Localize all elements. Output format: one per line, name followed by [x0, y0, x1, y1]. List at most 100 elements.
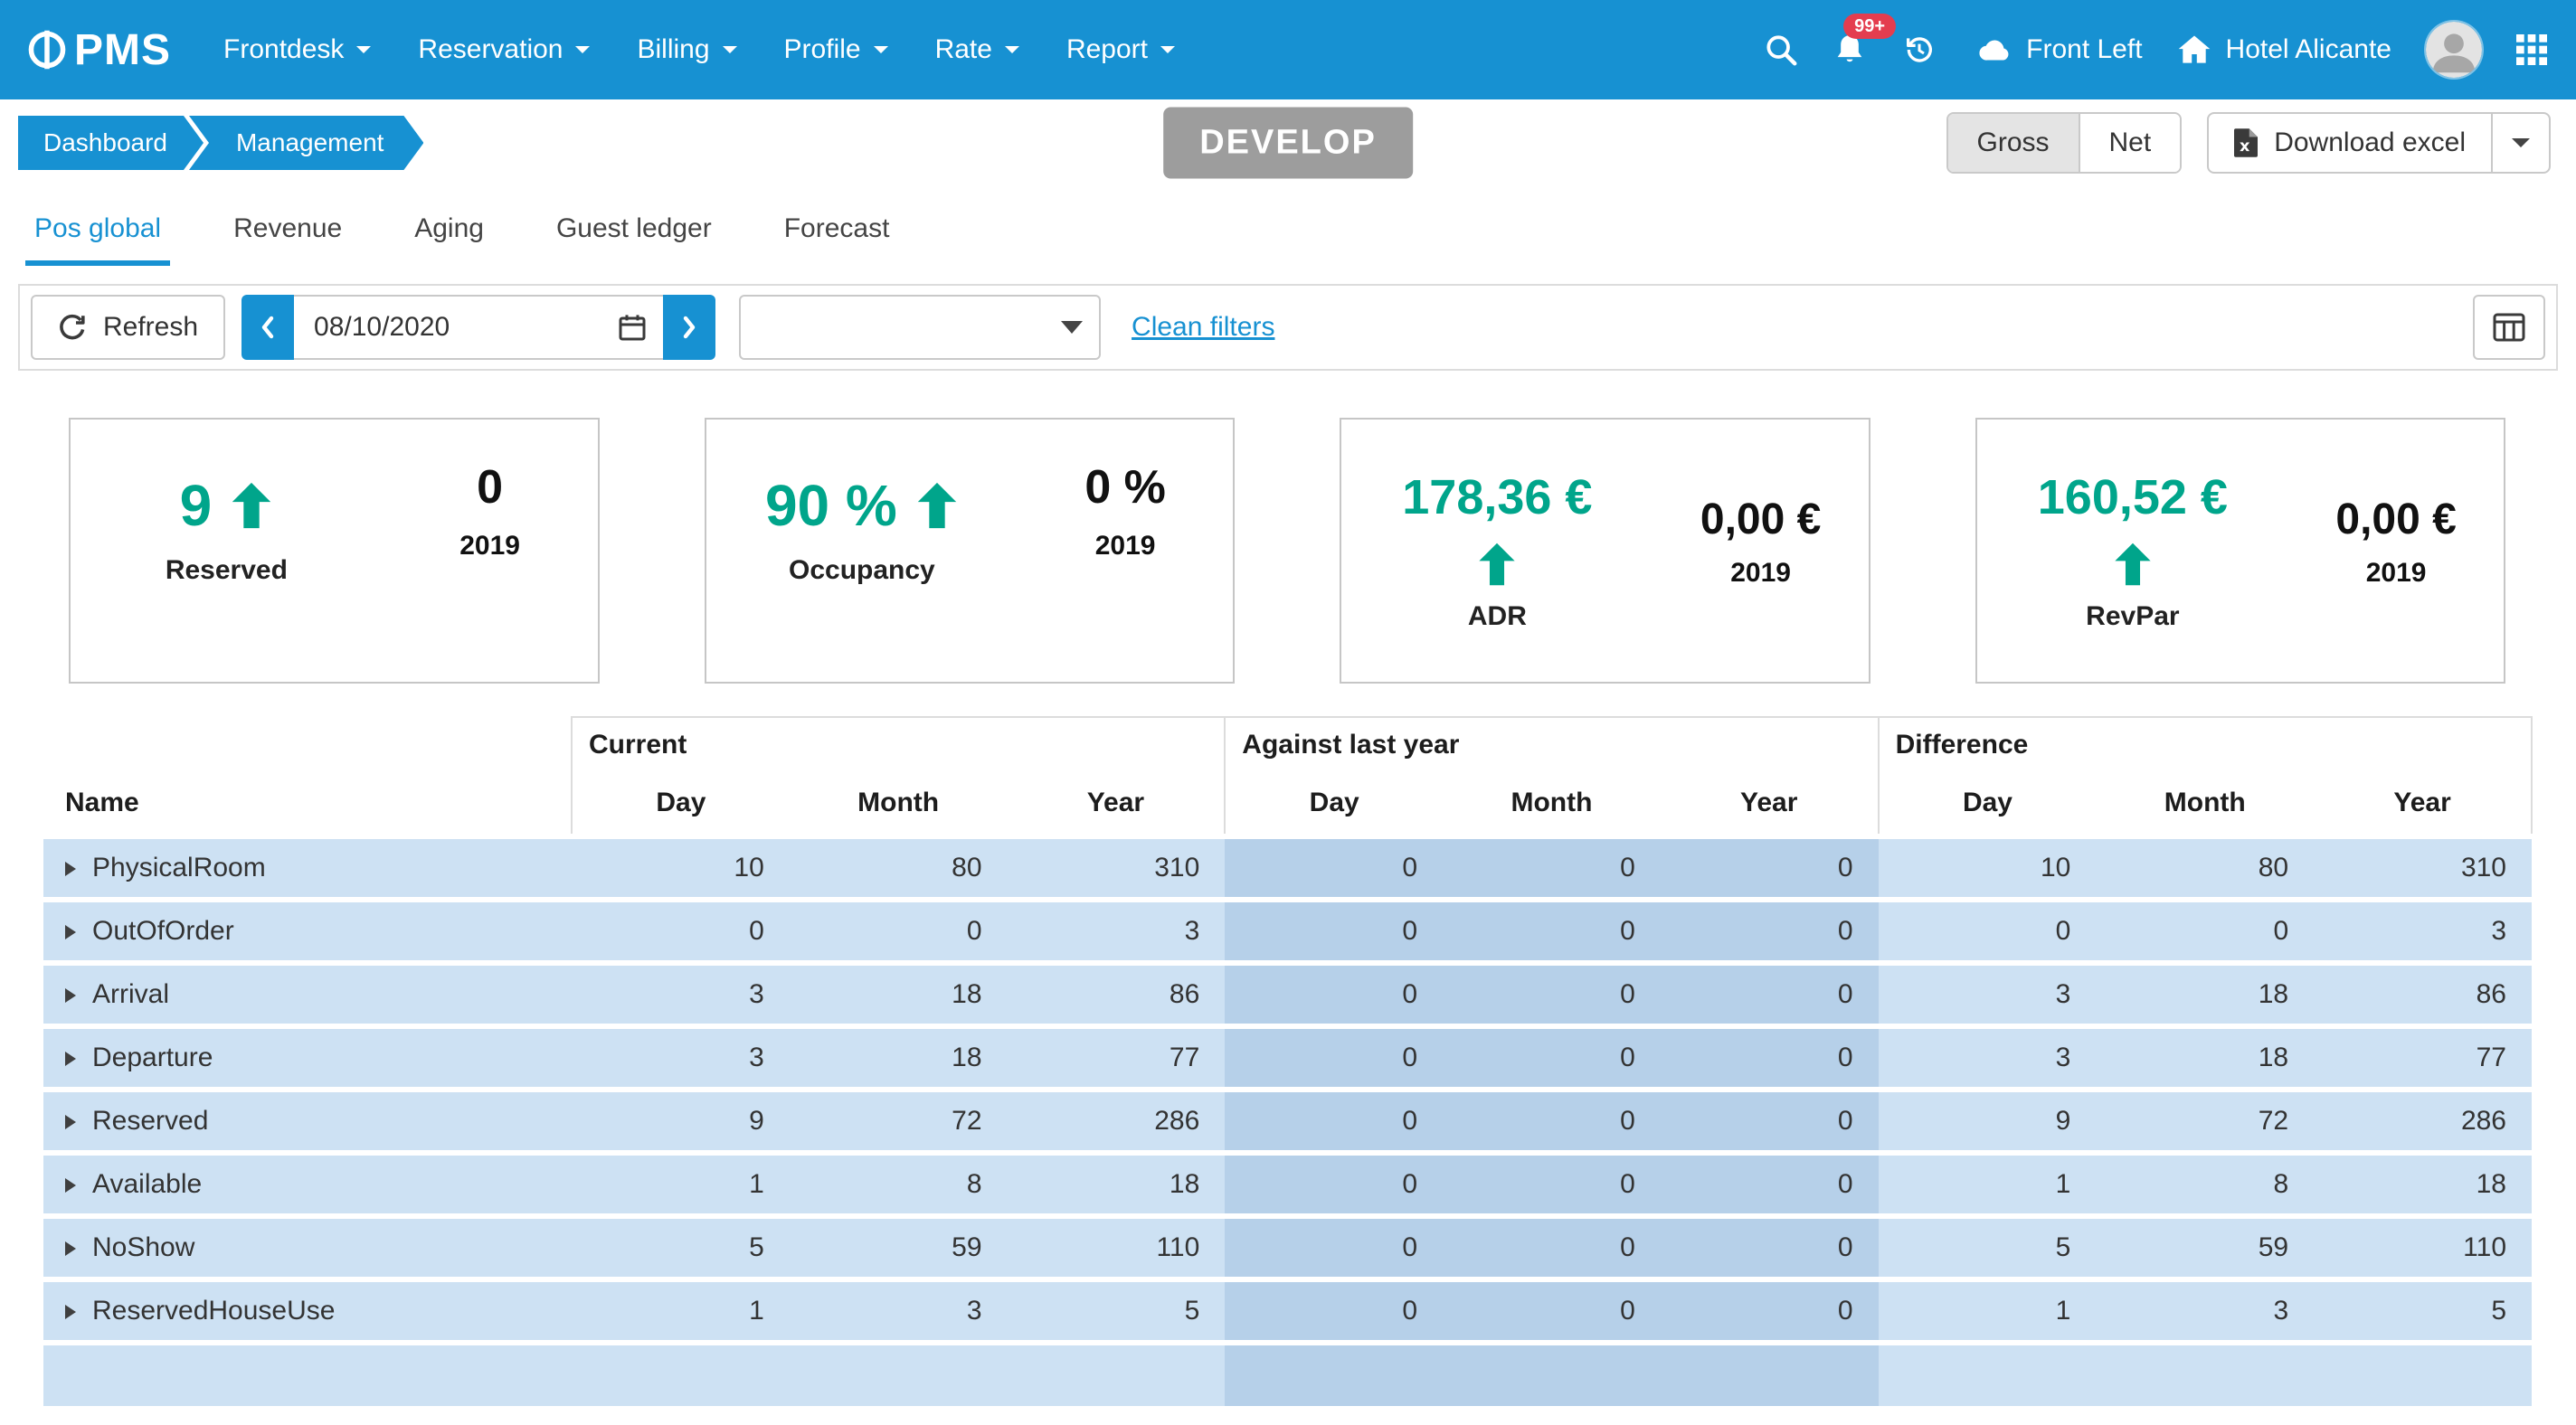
table-row[interactable]: Departure 3 18 77 0 0 0 3 18 77 [43, 1026, 2532, 1090]
expand-icon[interactable] [65, 1178, 76, 1193]
column-header-day: Day [1225, 771, 1443, 836]
table-cell: 3 [2096, 1279, 2314, 1343]
kpi-label: RevPar [2086, 601, 2179, 632]
row-name-cell[interactable]: NoShow [43, 1216, 572, 1279]
tab-revenue[interactable]: Revenue [224, 197, 351, 266]
breadcrumb-dashboard[interactable]: Dashboard [18, 116, 204, 170]
table-cell: 5 [1879, 1216, 2097, 1279]
table-row[interactable]: Available 1 8 18 0 0 0 1 8 18 [43, 1153, 2532, 1216]
download-excel-split-button: Download excel [2207, 112, 2551, 174]
table-cell: 3 [2314, 900, 2532, 963]
kpi-cards: 9 Reserved 0 2019 90 % [69, 418, 2505, 684]
row-name-cell[interactable]: Departure [43, 1026, 572, 1090]
expand-icon[interactable] [65, 1115, 76, 1129]
calendar-icon[interactable] [618, 313, 647, 342]
expand-icon[interactable] [65, 988, 76, 1003]
row-name-cell[interactable]: OutOfOrder [43, 900, 572, 963]
row-name-cell[interactable]: PhysicalRoom [43, 836, 572, 900]
kpi-current: 160,52 € RevPar [1977, 420, 2289, 682]
menu-rate[interactable]: Rate [912, 16, 1043, 83]
table-cell: 0 [1661, 836, 1879, 900]
hotel-selector[interactable]: Hotel Alicante [2177, 34, 2391, 65]
notifications-bell-icon[interactable]: 99+ [1833, 32, 1867, 68]
expand-icon[interactable] [65, 925, 76, 939]
chevron-down-icon [1160, 46, 1175, 53]
table-row[interactable]: NoShow 5 59 110 0 0 0 5 59 110 [43, 1216, 2532, 1279]
filter-select-wrap [739, 295, 1101, 360]
table-row[interactable]: OutOfOrder 0 0 3 0 0 0 0 0 3 [43, 900, 2532, 963]
kpi-value: 90 % [765, 472, 897, 539]
clean-filters-link[interactable]: Clean filters [1132, 312, 1274, 343]
history-icon[interactable] [1901, 32, 1937, 68]
table-cell: 77 [2314, 1026, 2532, 1090]
net-button[interactable]: Net [2079, 114, 2181, 172]
home-icon [2177, 34, 2211, 65]
brand-name: PMS [74, 25, 171, 75]
table-cell: 0 [1443, 1279, 1661, 1343]
group-header-against-last-year: Against last year [1225, 717, 1878, 771]
download-excel-button[interactable]: Download excel [2209, 114, 2491, 172]
expand-icon[interactable] [65, 862, 76, 876]
menu-profile[interactable]: Profile [761, 16, 912, 83]
table-cell: 5 [1008, 1279, 1226, 1343]
table-row[interactable]: ReservedHouseUse 1 3 5 0 0 0 1 3 5 [43, 1279, 2532, 1343]
row-name-cell[interactable]: Available [43, 1153, 572, 1216]
tab-guest-ledger[interactable]: Guest ledger [547, 197, 721, 266]
table-cell: 286 [2314, 1090, 2532, 1153]
table-cell: 59 [790, 1216, 1008, 1279]
row-name: ReservedHouseUse [92, 1296, 335, 1326]
table-cell: 9 [572, 1090, 790, 1153]
download-options-button[interactable] [2491, 114, 2549, 172]
table-cell: 110 [1008, 1216, 1226, 1279]
row-name-cell[interactable]: Arrival [43, 963, 572, 1026]
column-settings-button[interactable] [2473, 295, 2545, 360]
row-name: PhysicalRoom [92, 853, 266, 882]
expand-icon[interactable] [65, 1305, 76, 1319]
header-row: Dashboard Management DEVELOP Gross Net D… [0, 99, 2576, 186]
kpi-card-revpar: 160,52 € RevPar 0,00 € 2019 [1975, 418, 2506, 684]
table-cell: 0 [1661, 1279, 1879, 1343]
table-column-header-row: Name Day Month Year Day Month Year Day M… [43, 771, 2532, 836]
menu-report[interactable]: Report [1043, 16, 1198, 83]
refresh-button[interactable]: Refresh [31, 295, 225, 360]
kpi-prev-year: 2019 [1730, 558, 1791, 589]
menu-reservation[interactable]: Reservation [394, 16, 613, 83]
gross-button[interactable]: Gross [1948, 114, 2079, 172]
breadcrumb-label: Management [236, 128, 384, 157]
menu-billing[interactable]: Billing [613, 16, 760, 83]
arrow-up-icon [2113, 542, 2153, 587]
date-input[interactable] [294, 295, 663, 360]
search-icon[interactable] [1764, 33, 1798, 67]
filter-select[interactable] [739, 295, 1101, 360]
expand-icon[interactable] [65, 1241, 76, 1256]
table-cell: 0 [1661, 900, 1879, 963]
expand-icon[interactable] [65, 1052, 76, 1066]
breadcrumb-management[interactable]: Management [189, 116, 423, 170]
refresh-label: Refresh [103, 312, 198, 343]
table-row[interactable]: Reserved 9 72 286 0 0 0 9 72 286 [43, 1090, 2532, 1153]
next-day-button[interactable] [663, 295, 715, 360]
tab-forecast[interactable]: Forecast [775, 197, 899, 266]
tab-aging[interactable]: Aging [405, 197, 493, 266]
notifications-badge: 99+ [1843, 14, 1896, 39]
user-avatar[interactable] [2426, 22, 2482, 78]
workstation-selector[interactable]: Front Left [1972, 34, 2142, 65]
row-name-cell[interactable]: Reserved [43, 1090, 572, 1153]
table-cell: 0 [2096, 900, 2314, 963]
breadcrumb-label: Dashboard [43, 128, 167, 157]
previous-day-button[interactable] [242, 295, 294, 360]
tab-pos-global[interactable]: Pos global [25, 197, 170, 266]
group-header-spacer [43, 717, 572, 771]
menu-frontdesk[interactable]: Frontdesk [200, 16, 394, 83]
table-cell: 18 [2096, 963, 2314, 1026]
table-row[interactable]: Arrival 3 18 86 0 0 0 3 18 86 [43, 963, 2532, 1026]
brand-logo[interactable]: PMS [0, 25, 171, 75]
apps-grid-icon[interactable] [2516, 34, 2547, 65]
table-row-partial [43, 1343, 2532, 1406]
row-name-cell[interactable]: ReservedHouseUse [43, 1279, 572, 1343]
table-cell: 3 [790, 1279, 1008, 1343]
table-cell: 8 [2096, 1153, 2314, 1216]
chevron-down-icon [1005, 46, 1019, 53]
table-row[interactable]: PhysicalRoom 10 80 310 0 0 0 10 80 310 [43, 836, 2532, 900]
chevron-down-icon [2512, 138, 2530, 147]
